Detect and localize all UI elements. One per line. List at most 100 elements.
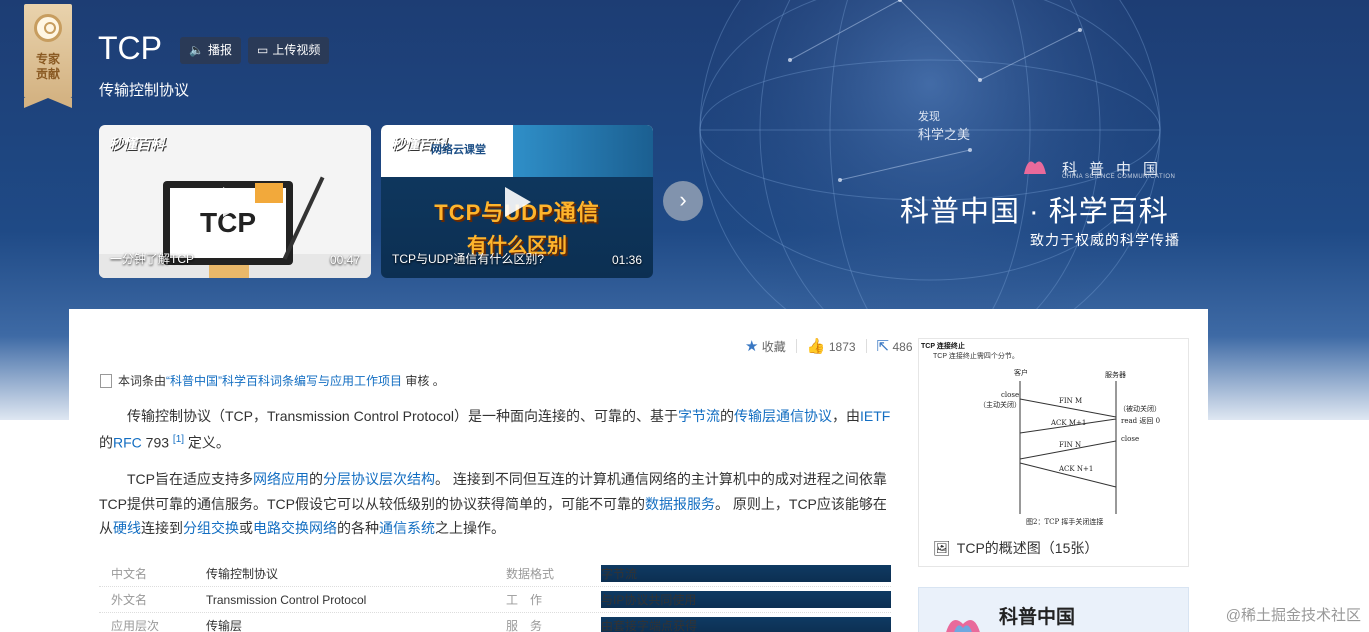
figure-card[interactable]: TCP 连接终止 TCP 连接终止需四个分节。 客户 服务器 close （主动… xyxy=(918,338,1189,567)
second-paragraph: TCP旨在适应支持多网络应用的分层协议层次结构。 连接到不同但互连的计算机通信网… xyxy=(99,467,891,541)
video-caption: 一分钟了解TCP xyxy=(110,252,195,266)
upload-video-label: 上传视频 xyxy=(272,43,321,57)
reference-link[interactable]: [1] xyxy=(173,434,184,445)
intro-paragraph: 传输控制协议（TCP，Transmission Control Protocol… xyxy=(99,404,891,455)
promo-card-name: 科普中国 xyxy=(999,607,1076,628)
figure-title: TCP 连接终止 xyxy=(921,343,965,350)
document-icon xyxy=(100,373,112,388)
video-duration: 01:36 xyxy=(611,253,642,267)
kepu-logo-icon xyxy=(946,620,980,632)
watermark: @稀土掘金技术社区 xyxy=(1225,607,1361,624)
info-key: 工 作 xyxy=(506,593,543,607)
notice-link[interactable]: “科普中国”科学百科词条编写与应用工作项目 xyxy=(166,374,402,388)
image-gallery-icon: 🖼 xyxy=(933,539,951,556)
video-caption: TCP与UDP通信有什么区别? xyxy=(392,252,545,266)
table-row: 外文名 Transmission Control Protocol 工 作 与I… xyxy=(99,586,891,612)
play-audio-button[interactable]: 🔈 播报 xyxy=(180,37,241,64)
medal-icon xyxy=(34,14,62,42)
link-transport-layer[interactable]: 传输层通信协议 xyxy=(734,408,832,424)
notice-prefix: 本词条由 xyxy=(118,374,167,388)
diagram-ack-n1-label: ACK N+1 xyxy=(1058,465,1093,473)
badge-text-2: 贡献 xyxy=(35,67,60,81)
info-key: 数据格式 xyxy=(506,566,555,581)
text: 的 xyxy=(720,408,734,424)
upload-video-button[interactable]: ▭ 上传视频 xyxy=(248,37,330,64)
video-brand: 秒懂百科 xyxy=(109,136,165,152)
thumbs-up-icon: 👍 xyxy=(806,338,826,355)
link-circuit-switching[interactable]: 电路交换网络 xyxy=(253,520,337,536)
text: 连接到 xyxy=(141,520,183,536)
figure-caption-text: TCP的概述图（15张） xyxy=(956,540,1099,556)
text: ，由 xyxy=(832,408,860,424)
info-value: 传输控制协议 xyxy=(206,566,279,581)
text: 传输控制协议（TCP，Transmission Control Protocol… xyxy=(127,408,678,424)
banner-tag-1: 发现 xyxy=(918,111,940,123)
info-value: 与IP协议共同使用 xyxy=(601,591,891,608)
divider xyxy=(795,339,797,353)
sticky-note-graphic xyxy=(255,183,283,203)
diagram-active-label: （主动关闭） xyxy=(979,400,1021,409)
diagram-server-label: 服务器 xyxy=(1105,370,1126,379)
next-arrow-button[interactable]: › xyxy=(663,181,703,221)
diagram-close-label: close xyxy=(1001,391,1019,399)
link-packet-switching[interactable]: 分组交换 xyxy=(183,520,239,536)
banner-logo-en: CHINA SCIENCE COMMUNICATION xyxy=(1062,174,1176,180)
banner-sub-text: 致力于权威的科学传播 xyxy=(1030,232,1180,248)
badge-text-1: 专家 xyxy=(35,52,60,66)
like-button[interactable]: 👍 1873 xyxy=(807,337,856,355)
figure-caption[interactable]: 🖼 TCP的概述图（15张） xyxy=(933,538,1098,558)
play-icon xyxy=(223,187,249,217)
banner-main-text: 科普中国 · 科学百科 xyxy=(900,196,1169,228)
link-comm-systems[interactable]: 通信系统 xyxy=(379,520,435,536)
play-audio-label: 播报 xyxy=(207,43,232,57)
info-value: Transmission Control Protocol xyxy=(206,592,367,607)
banner-tag-2: 科学之美 xyxy=(918,127,971,142)
speaker-icon: 🔈 xyxy=(189,43,204,57)
chevron-right-icon: › xyxy=(679,187,687,212)
share-count: 486 xyxy=(892,340,913,354)
diagram-fin-m-label: FIN M xyxy=(1059,397,1082,405)
info-value: 由套接字端点获得 xyxy=(601,617,891,632)
info-key: 服 务 xyxy=(506,619,543,632)
page-subtitle: 传输控制协议 xyxy=(99,82,190,99)
info-key: 外文名 xyxy=(111,593,148,607)
video-card-1[interactable]: TCP 秒懂百科 一分钟了解TCP 00:47 xyxy=(99,125,371,278)
text: 定义。 xyxy=(184,434,230,451)
video-sub-brand: 网络云课堂 xyxy=(431,144,486,156)
info-key: 应用层次 xyxy=(111,619,160,632)
link-layered-protocol[interactable]: 分层协议层次结构 xyxy=(323,471,435,487)
share-button[interactable]: ⇱ 486 xyxy=(877,337,913,355)
info-table: 中文名 传输控制协议 数据格式 字节流 外文名 Transmission Con… xyxy=(99,560,891,632)
notice-suffix: 审核 。 xyxy=(405,374,445,388)
link-rfc[interactable]: RFC xyxy=(113,435,142,451)
banner-tagline: 发现 科学之美 xyxy=(918,108,970,144)
expert-badge: 专家 贡献 xyxy=(24,4,72,108)
link-network-apps[interactable]: 网络应用 xyxy=(253,471,309,487)
table-row: 中文名 传输控制协议 数据格式 字节流 xyxy=(99,560,891,586)
play-icon xyxy=(505,187,531,217)
collect-button[interactable]: ★ 收藏 xyxy=(745,337,786,355)
link-byte-stream[interactable]: 字节流 xyxy=(678,408,720,424)
link-ietf[interactable]: IETF xyxy=(860,408,890,424)
diagram-passive-label: （被动关闭） xyxy=(1119,404,1161,413)
video-header-screen xyxy=(513,125,653,177)
video-card-2[interactable]: 秒懂百科 网络云课堂 TCP与UDP通信 有什么区别 TCP与UDP通信有什么区… xyxy=(381,125,653,278)
link-datagram-service[interactable]: 数据报服务 xyxy=(645,496,715,512)
link-hardwire[interactable]: 硬线 xyxy=(113,520,141,536)
diagram-close2-label: close xyxy=(1121,435,1139,443)
diagram-read-label: read 返回 0 xyxy=(1121,417,1160,425)
text: 之上操作。 xyxy=(435,520,505,536)
page-title: TCP xyxy=(98,30,162,66)
star-icon: ★ xyxy=(745,338,759,355)
divider xyxy=(865,339,867,353)
globe-graphic xyxy=(640,0,1200,361)
info-value: 传输层 xyxy=(206,619,243,632)
kepu-promo-card[interactable]: 科普中国 xyxy=(918,587,1189,632)
monitor-stand xyxy=(209,265,249,278)
table-row: 应用层次 传输层 服 务 由套接字端点获得 xyxy=(99,612,891,632)
video-camera-icon: ▭ xyxy=(257,43,269,57)
diagram-caption: 图2：TCP 挥手关闭连接 xyxy=(1026,517,1103,526)
text: 或 xyxy=(239,520,253,536)
video-duration: 00:47 xyxy=(329,253,360,267)
text: TCP旨在适应支持多 xyxy=(127,471,253,487)
